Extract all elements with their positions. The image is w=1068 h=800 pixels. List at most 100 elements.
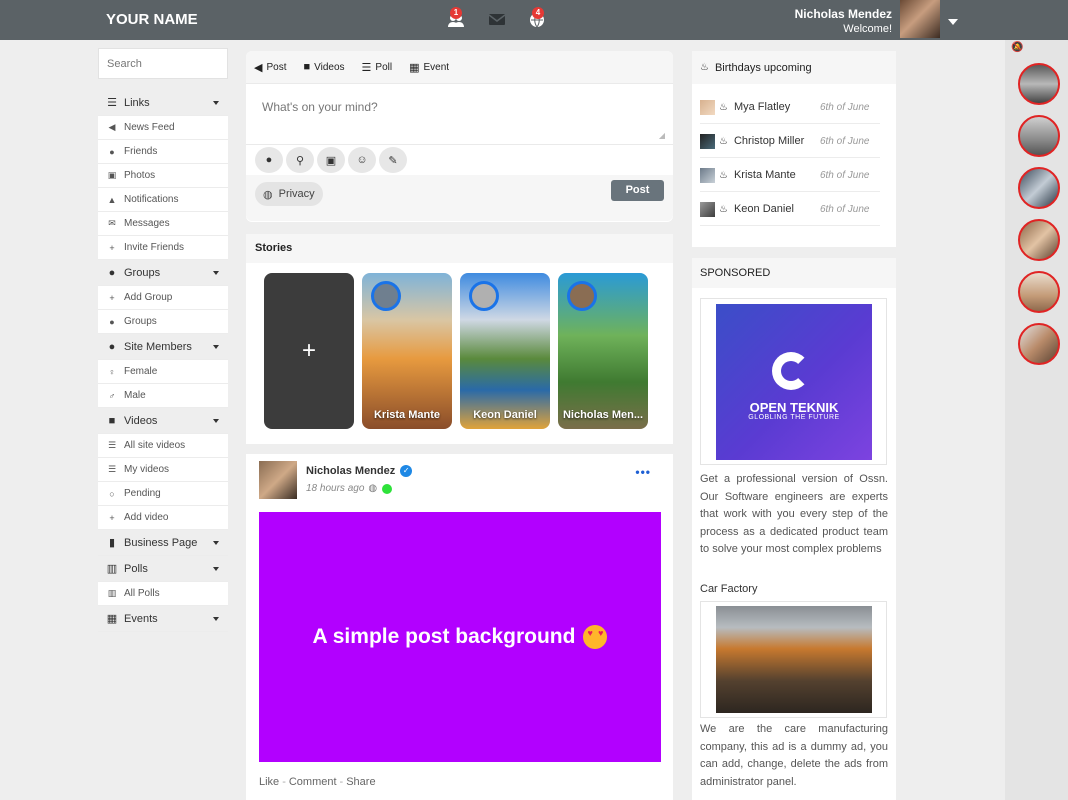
sidebar-item-friends[interactable]: ● Friends bbox=[98, 140, 228, 164]
birthday-row[interactable]: ♨ Krista Mante 6th of June bbox=[700, 159, 880, 192]
sidebar-section-site-members[interactable]: ● Site Members bbox=[98, 334, 228, 360]
ad-image: OPEN TEKNIK GLOBLING THE FUTURE bbox=[716, 304, 872, 460]
story-card[interactable]: Krista Mante bbox=[362, 273, 452, 429]
sidebar-section-videos[interactable]: ■ Videos bbox=[98, 408, 228, 434]
sidebar-section-polls[interactable]: ▥ Polls bbox=[98, 556, 228, 582]
notifications-globe-icon[interactable]: 4 bbox=[528, 7, 548, 30]
chat-contact-avatar[interactable] bbox=[1018, 323, 1060, 365]
sidebar-item-all-site-videos[interactable]: ☰ All site videos bbox=[98, 434, 228, 458]
ad-image-frame[interactable] bbox=[700, 601, 887, 718]
sidebar-item-male[interactable]: ♂ Male bbox=[98, 384, 228, 408]
birthday-row[interactable]: ♨ Mya Flatley 6th of June bbox=[700, 91, 880, 124]
chat-contact-avatar[interactable] bbox=[1018, 219, 1060, 261]
current-user-avatar[interactable] bbox=[900, 0, 940, 38]
caret-down-icon bbox=[213, 345, 219, 349]
sidebar-item-news-feed[interactable]: ◀ News Feed bbox=[98, 116, 228, 140]
tab-videos[interactable]: ■ Videos bbox=[303, 61, 344, 73]
sidebar-item-my-videos[interactable]: ☰ My videos bbox=[98, 458, 228, 482]
female-icon: ♀ bbox=[108, 366, 116, 377]
sidebar-item-label: All site videos bbox=[124, 440, 186, 451]
post-author-avatar[interactable] bbox=[259, 461, 297, 499]
tab-post[interactable]: ◀ Post bbox=[254, 61, 286, 74]
current-user-name[interactable]: Nicholas Mendez bbox=[795, 7, 892, 21]
sidebar-item-all-polls[interactable]: ▥ All Polls bbox=[98, 582, 228, 606]
users-icon: ● bbox=[108, 340, 116, 353]
tag-friends-icon[interactable]: ● bbox=[255, 147, 283, 173]
notifications-badge: 4 bbox=[532, 7, 544, 19]
sidebar-item-groups[interactable]: ● Groups bbox=[98, 310, 228, 334]
post-input-placeholder: What's on your mind? bbox=[262, 100, 378, 114]
ad-image-frame[interactable]: OPEN TEKNIK GLOBLING THE FUTURE bbox=[700, 298, 887, 465]
sidebar-item-label: Notifications bbox=[124, 194, 179, 205]
sidebar-section-links[interactable]: ☰ Links bbox=[98, 90, 228, 116]
composer-tabs: ◀ Post ■ Videos ☰ Poll ▦ Event bbox=[246, 51, 673, 84]
sidebar-item-female[interactable]: ♀ Female bbox=[98, 360, 228, 384]
sidebar-section-events[interactable]: ▦ Events bbox=[98, 606, 228, 632]
heart-eyes-emoji-icon bbox=[583, 625, 608, 649]
avatar bbox=[700, 99, 715, 115]
chat-contact-avatar[interactable] bbox=[1018, 115, 1060, 157]
tab-label: Poll bbox=[375, 61, 393, 73]
sidebar-item-label: Links bbox=[124, 96, 150, 109]
birthday-row[interactable]: ♨ Keon Daniel 6th of June bbox=[700, 193, 880, 226]
video-icon: ■ bbox=[303, 61, 311, 73]
privacy-button[interactable]: ◍ Privacy bbox=[255, 182, 323, 206]
feed-post: Nicholas Mendez ✓ 18 hours ago ◍ ••• A s… bbox=[246, 454, 673, 800]
site-brand[interactable]: YOUR NAME bbox=[106, 11, 198, 28]
post-text-input[interactable]: What's on your mind? ◢ bbox=[246, 84, 673, 145]
caret-down-icon bbox=[213, 541, 219, 545]
chat-contact-avatar[interactable] bbox=[1018, 167, 1060, 209]
sidebar-section-business-page[interactable]: ▮ Business Page bbox=[98, 530, 228, 556]
post-time: 18 hours ago bbox=[306, 483, 365, 494]
messages-icon[interactable] bbox=[488, 10, 508, 30]
chat-contact-avatar[interactable] bbox=[1018, 271, 1060, 313]
tab-poll[interactable]: ☰ Poll bbox=[362, 61, 393, 74]
location-icon[interactable]: ⚲ bbox=[286, 147, 314, 173]
caret-down-icon bbox=[213, 617, 219, 621]
paint-brush-icon[interactable]: ✎ bbox=[379, 147, 407, 173]
birthday-cake-icon: ♨ bbox=[719, 135, 728, 147]
sidebar-item-label: Male bbox=[124, 390, 146, 401]
friend-requests-icon[interactable]: 1 bbox=[446, 7, 466, 30]
birthday-name: Mya Flatley bbox=[733, 101, 791, 113]
comment-link[interactable]: Comment bbox=[289, 776, 337, 788]
birthday-date: 6th of June bbox=[819, 203, 870, 215]
muted-bell-icon[interactable]: 🔕 bbox=[1011, 42, 1023, 53]
bell-icon: ▲ bbox=[107, 194, 117, 205]
share-link[interactable]: Share bbox=[346, 776, 375, 788]
emoji-icon[interactable]: ☺ bbox=[348, 147, 376, 173]
birthday-cake-icon: ♨ bbox=[700, 62, 709, 73]
post-author[interactable]: Nicholas Mendez ✓ bbox=[306, 465, 413, 477]
sidebar-item-pending[interactable]: ○ Pending bbox=[98, 482, 228, 506]
photo-icon[interactable]: ▣ bbox=[317, 147, 345, 173]
sidebar-item-notifications[interactable]: ▲ Notifications bbox=[98, 188, 228, 212]
calendar-icon: ▦ bbox=[106, 613, 118, 625]
user-menu-caret-icon[interactable] bbox=[948, 19, 958, 25]
sidebar-item-label: Pending bbox=[124, 488, 161, 499]
post-options-icon[interactable]: ••• bbox=[635, 465, 651, 479]
story-card[interactable]: Nicholas Men... bbox=[558, 273, 648, 429]
birthday-row[interactable]: ♨ Christop Miller 6th of June bbox=[700, 125, 880, 158]
list-icon: ☰ bbox=[107, 440, 117, 450]
tab-event[interactable]: ▦ Event bbox=[409, 61, 449, 74]
sidebar-section-groups[interactable]: ● Groups bbox=[98, 260, 228, 286]
sidebar-item-add-video[interactable]: + Add video bbox=[98, 506, 228, 530]
add-story-button[interactable]: + bbox=[264, 273, 354, 429]
chat-contact-avatar[interactable] bbox=[1018, 63, 1060, 105]
resize-handle-icon[interactable]: ◢ bbox=[659, 131, 665, 140]
list-icon: ☰ bbox=[361, 61, 372, 74]
sidebar-item-add-group[interactable]: + Add Group bbox=[98, 286, 228, 310]
post-button[interactable]: Post bbox=[611, 180, 664, 201]
sidebar-item-label: Site Members bbox=[124, 340, 192, 353]
like-link[interactable]: Like bbox=[259, 776, 279, 788]
sidebar-item-messages[interactable]: ✉ Messages bbox=[98, 212, 228, 236]
ad-title[interactable]: Car Factory bbox=[700, 583, 757, 595]
sidebar-item-invite-friends[interactable]: + Invite Friends bbox=[98, 236, 228, 260]
story-card[interactable]: Keon Daniel bbox=[460, 273, 550, 429]
sidebar-item-photos[interactable]: ▣ Photos bbox=[98, 164, 228, 188]
male-icon: ♂ bbox=[108, 390, 116, 401]
stories-panel: Stories + Krista Mante Keon Daniel Nicho… bbox=[246, 234, 673, 444]
sidebar-item-label: Groups bbox=[124, 266, 161, 279]
search-input[interactable]: Search bbox=[98, 48, 228, 79]
sponsored-widget: SPONSORED OPEN TEKNIK GLOBLING THE FUTUR… bbox=[692, 258, 896, 800]
